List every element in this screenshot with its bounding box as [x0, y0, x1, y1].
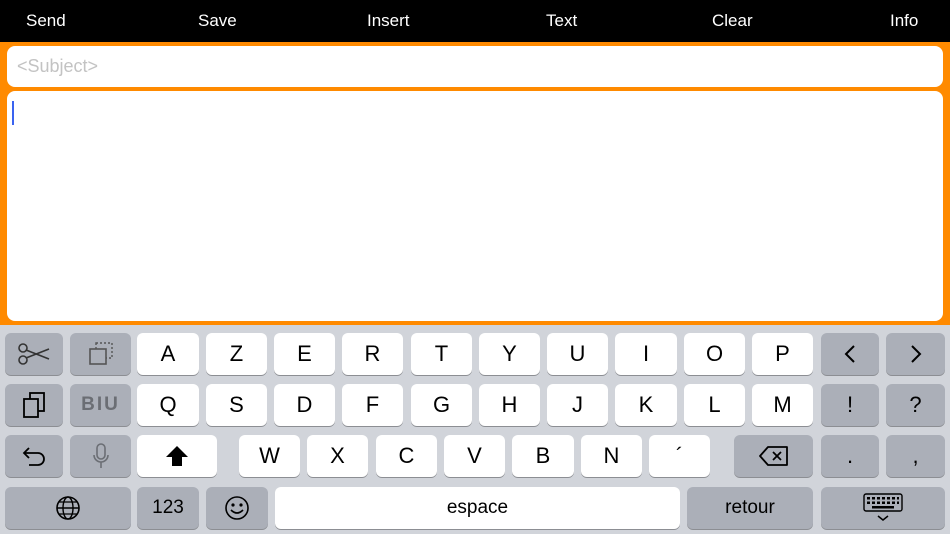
- key[interactable]: J: [547, 384, 608, 426]
- key[interactable]: R: [342, 333, 403, 375]
- key[interactable]: Y: [479, 333, 540, 375]
- message-body-field[interactable]: [7, 91, 943, 321]
- cursor-left-key[interactable]: [821, 333, 879, 375]
- key[interactable]: H: [479, 384, 540, 426]
- key[interactable]: K: [615, 384, 677, 426]
- question-key[interactable]: ?: [886, 384, 945, 426]
- key[interactable]: U: [547, 333, 608, 375]
- text-button[interactable]: Text: [546, 0, 577, 42]
- format-biu-key[interactable]: BIU: [70, 384, 131, 426]
- key[interactable]: L: [684, 384, 745, 426]
- key[interactable]: I: [615, 333, 677, 375]
- key[interactable]: N: [581, 435, 642, 477]
- chevron-right-icon: [909, 344, 923, 364]
- key[interactable]: T: [411, 333, 472, 375]
- keyboard-dismiss-icon: [863, 493, 903, 523]
- scissors-icon: [17, 343, 51, 365]
- key[interactable]: F: [342, 384, 403, 426]
- emoji-key[interactable]: [206, 487, 268, 529]
- clear-button[interactable]: Clear: [712, 0, 753, 42]
- key[interactable]: G: [411, 384, 472, 426]
- key[interactable]: M: [752, 384, 813, 426]
- emoji-icon: [224, 495, 250, 521]
- globe-icon: [55, 495, 81, 521]
- key[interactable]: B: [512, 435, 574, 477]
- paste-key[interactable]: [5, 384, 63, 426]
- key[interactable]: O: [684, 333, 745, 375]
- return-key[interactable]: retour: [687, 487, 813, 529]
- shift-icon: [164, 444, 190, 468]
- key[interactable]: P: [752, 333, 813, 375]
- undo-key[interactable]: [5, 435, 63, 477]
- period-key[interactable]: .: [821, 435, 879, 477]
- undo-icon: [21, 445, 47, 467]
- key[interactable]: E: [274, 333, 335, 375]
- cut-key[interactable]: [5, 333, 63, 375]
- send-button[interactable]: Send: [26, 0, 66, 42]
- insert-button[interactable]: Insert: [367, 0, 410, 42]
- space-key[interactable]: espace: [275, 487, 680, 529]
- menu-bar: Send Save Insert Text Clear Info: [0, 0, 950, 42]
- key[interactable]: Z: [206, 333, 267, 375]
- chevron-left-icon: [843, 344, 857, 364]
- globe-key[interactable]: [5, 487, 131, 529]
- dictation-key[interactable]: [70, 435, 131, 477]
- key[interactable]: A: [137, 333, 199, 375]
- key[interactable]: S: [206, 384, 267, 426]
- subject-field[interactable]: <Subject>: [7, 46, 943, 87]
- key[interactable]: C: [376, 435, 437, 477]
- copy-key[interactable]: [70, 333, 131, 375]
- text-caret: [12, 101, 14, 125]
- comma-key[interactable]: ,: [886, 435, 945, 477]
- numbers-key[interactable]: 123: [137, 487, 199, 529]
- paste-icon: [21, 391, 47, 419]
- save-button[interactable]: Save: [198, 0, 237, 42]
- key[interactable]: D: [274, 384, 335, 426]
- exclamation-key[interactable]: !: [821, 384, 879, 426]
- keyboard: A Z E R T Y U I O P BIU Q S D F G H J K …: [0, 325, 950, 534]
- key[interactable]: V: [444, 435, 505, 477]
- microphone-icon: [92, 442, 110, 470]
- info-button[interactable]: Info: [890, 0, 918, 42]
- shift-key[interactable]: [137, 435, 217, 477]
- dismiss-keyboard-key[interactable]: [821, 487, 945, 529]
- copy-icon: [87, 341, 115, 367]
- key[interactable]: X: [307, 435, 368, 477]
- editor-panel: <Subject>: [0, 42, 950, 325]
- cursor-right-key[interactable]: [886, 333, 945, 375]
- key[interactable]: Q: [137, 384, 199, 426]
- delete-icon: [758, 445, 790, 467]
- key[interactable]: W: [239, 435, 300, 477]
- key[interactable]: ´: [649, 435, 710, 477]
- delete-key[interactable]: [734, 435, 813, 477]
